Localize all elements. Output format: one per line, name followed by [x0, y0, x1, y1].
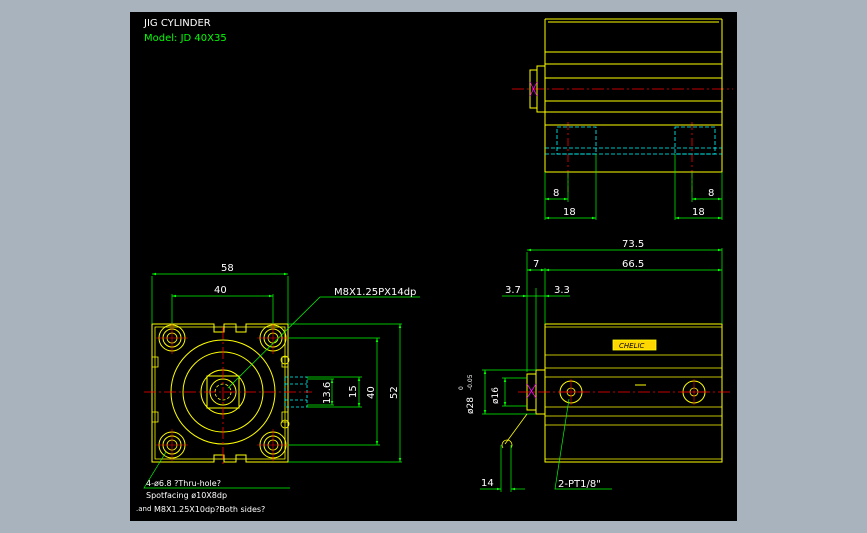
- dim-front-40-vertical: 40: [366, 386, 377, 399]
- front-view: 58 40 13.6 15 40 52 M8X1.25PX14dp 4-ø6.8…: [136, 263, 420, 514]
- port-callout-leader: [554, 398, 612, 490]
- dim-side-7: 7: [533, 259, 539, 270]
- top-view-hidden-slot-right: [674, 126, 716, 155]
- dim-top-right-18: 18: [692, 207, 705, 218]
- dim-front-15: 15: [348, 385, 359, 398]
- dim-side-3-3: 3.3: [554, 285, 570, 296]
- top-view-hidden-slot-left: [556, 126, 597, 155]
- dim-side-rod-dia: ø16: [491, 387, 501, 404]
- drawing-sheet: JIG CYLINDER Model: JD 40X35 8 18 8 18 5…: [130, 12, 737, 521]
- top-view-body: [544, 19, 723, 173]
- dim-side-73-5: 73.5: [622, 239, 644, 250]
- top-view: 8 18 8 18: [512, 18, 733, 220]
- label-plate-text: CHELIC: [619, 342, 645, 350]
- dim-side-66-5: 66.5: [622, 259, 644, 270]
- side-view: CHELIC 73.5 7 66.5 3.7 3.3 ø28 0 -0.05 ø…: [458, 239, 733, 492]
- dim-top-right-8: 8: [708, 188, 714, 199]
- dim-front-40: 40: [214, 285, 227, 296]
- dim-front-52: 52: [389, 386, 400, 399]
- dim-front-13-6: 13.6: [322, 382, 333, 404]
- dim-side-boss-tol-upper: 0: [458, 386, 465, 390]
- cad-viewport[interactable]: JIG CYLINDER Model: JD 40X35 8 18 8 18 5…: [0, 0, 867, 533]
- port-callout: 2-PT1/8": [558, 479, 601, 490]
- dim-side-boss-tol-lower: -0.05: [467, 374, 474, 390]
- drawing-title: JIG CYLINDER: [143, 18, 211, 29]
- drawing-canvas: JIG CYLINDER Model: JD 40X35 8 18 8 18 5…: [136, 18, 733, 514]
- spotfacing-note: Spotfacing ø10X8dp: [146, 491, 227, 500]
- dim-side-boss-dia: ø28: [466, 397, 476, 414]
- hole-note: 4-ø6.8 ?Thru-hole?: [146, 479, 221, 488]
- dim-top-left-8: 8: [553, 188, 559, 199]
- thread-callout: M8X1.25PX14dp: [334, 287, 416, 298]
- dim-top-left-18: 18: [563, 207, 576, 218]
- tapped-note: M8X1.25X10dp?Both sides?: [154, 505, 265, 514]
- model-label: Model: JD 40X35: [144, 33, 227, 44]
- dim-side-3-7: 3.7: [505, 285, 521, 296]
- dim-side-14: 14: [481, 478, 494, 489]
- thread-callout-leader: [227, 296, 420, 389]
- and-note: .and: [136, 505, 151, 513]
- dim-front-58: 58: [221, 263, 234, 274]
